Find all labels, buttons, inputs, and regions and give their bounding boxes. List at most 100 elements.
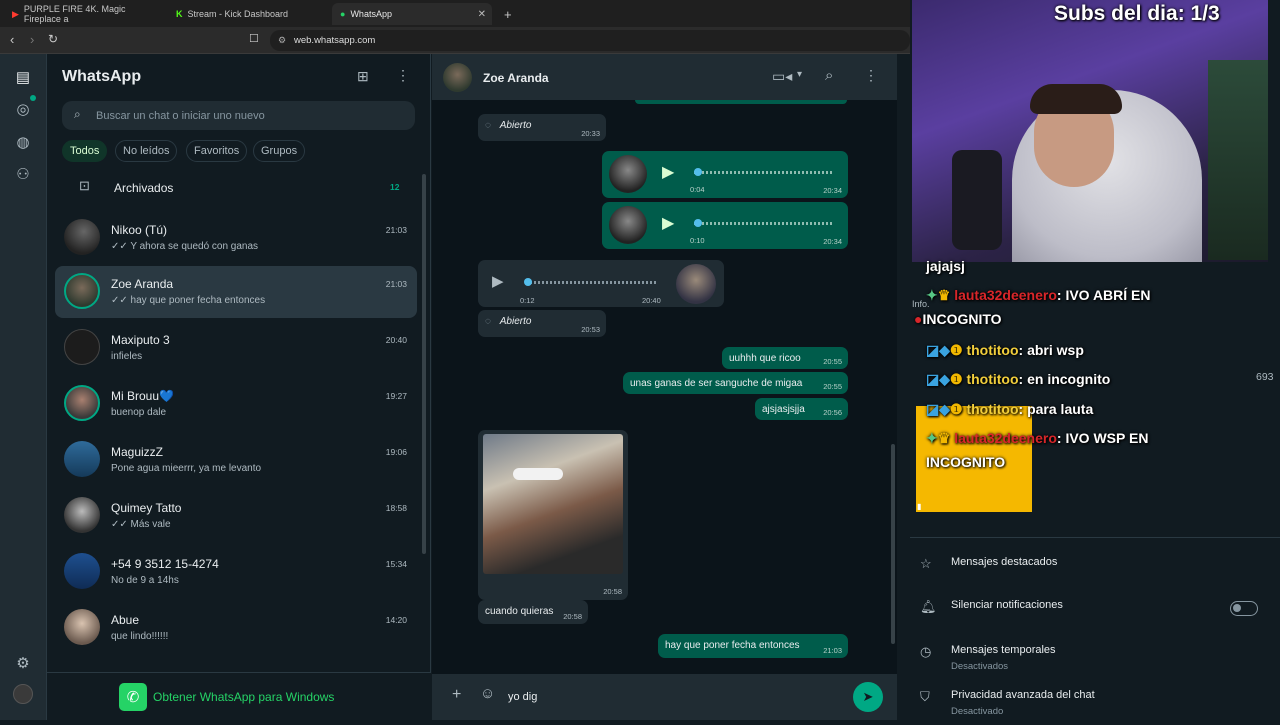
browser-tab-bar: ▶ PURPLE FIRE 4K. Magic Fireplace a K St… [0,0,912,27]
sub-badge-icon: ❶ [950,401,967,417]
view-once-icon: ◌ [485,120,491,131]
avatar [64,329,100,365]
contact-name[interactable]: Zoe Aranda [483,71,549,85]
filter-grupos[interactable]: Grupos [253,140,306,162]
stream-chat-line: ✦♛ lauta32deenero: IVO ABRÍ EN [926,287,1151,303]
audio-scrubber[interactable] [524,278,532,286]
reload-icon[interactable]: ↻ [48,32,58,46]
chat-item-nikoo[interactable]: Nikoo (Tú) ✓✓ Y ahora se quedó con ganas… [55,212,417,264]
close-tab-icon[interactable]: ✕ [478,9,486,20]
chat-item-zoe-aranda[interactable]: Zoe Aranda ✓✓ hay que poner fecha entonc… [55,266,417,318]
avatar [64,385,100,421]
disappearing-messages-row[interactable]: ◷ Mensajes temporales Desactivados [912,636,1280,680]
stream-chat-line: INCOGNITO [926,454,1006,470]
audio-message-1[interactable]: ▶ 0:04 20:34 [602,151,848,198]
conversation-scrollbar[interactable] [891,444,895,644]
plant-shape [1208,60,1268,260]
play-icon[interactable]: ▶ [662,162,674,182]
stream-chat-line: ●INCOGNITO [914,311,1002,327]
menu-icon[interactable]: ⋮ [864,67,878,84]
filter-todos[interactable]: Todos [62,140,108,162]
bookmark-icon[interactable]: ☐ [249,32,259,45]
audio-message-3[interactable]: ▶ 0:12 20:40 [478,260,724,307]
play-icon[interactable]: ▶ [492,272,504,290]
attach-plus-icon[interactable]: + [452,686,461,704]
status-icon[interactable]: ◎ [12,98,34,120]
status-dot [30,95,36,101]
forward-icon[interactable]: › [30,32,34,47]
new-chat-icon[interactable]: ⊞ [357,68,369,85]
audio-message-2[interactable]: ▶ 0:10 20:34 [602,202,848,249]
conversation-header: Zoe Aranda ▭◂ ▾ ⌕ ⋮ [432,54,897,100]
avatar [64,273,100,309]
archive-icon: ⊡ [79,178,90,193]
mute-notifications-row[interactable]: 🔔︎ Silenciar notificaciones [912,591,1280,635]
url-field[interactable]: ⚙ web.whatsapp.com [270,30,910,51]
stream-chat-line: ✦♛ lauta32deenero: IVO WSP EN [926,430,1149,446]
get-whatsapp-windows-button[interactable]: ✆ Obtener WhatsApp para Windows [47,672,431,720]
audio-waveform[interactable] [694,171,834,174]
play-icon[interactable]: ▶ [662,213,674,233]
chevron-down-icon[interactable]: ▾ [797,69,802,80]
search-input[interactable]: ⌕ Buscar un chat o iniciar uno nuevo [62,101,415,130]
filter-no-leidos[interactable]: No leídos [115,140,178,162]
send-icon: ➤ [862,689,874,704]
communities-icon[interactable]: ⚇ [12,163,34,185]
view-once-opened-2: ◌ Abierto 20:53 [478,310,606,337]
advanced-privacy-row[interactable]: ⛉ Privacidad avanzada del chat Desactiva… [912,681,1280,725]
message-bubble: hay que poner fecha entonces 21:03 [658,634,848,658]
mute-toggle[interactable] [1230,601,1258,616]
chat-item-maguizzz[interactable]: MaguizzZ Pone agua mieerrr, ya me levant… [55,434,417,486]
message-bubble: ajsjasjsjja 20:56 [755,398,848,420]
send-button[interactable]: ➤ [853,682,883,712]
tab-purple-fire[interactable]: ▶ PURPLE FIRE 4K. Magic Fireplace a [4,3,164,25]
audio-waveform[interactable] [526,281,656,284]
toggle-knob [1233,604,1241,612]
chat-item-phone-number[interactable]: +54 9 3512 15-4274 No de 9 a 14hs 15:34 [55,546,417,598]
badge-icon: ◪◆ [926,342,950,358]
profile-avatar[interactable] [13,684,33,704]
whatsapp-icon: ● [340,9,346,19]
stream-chat-line: jajajsj [926,258,965,274]
channels-icon[interactable]: ◍ [12,131,34,153]
menu-icon[interactable]: ⋮ [396,67,410,84]
microphone-shape [952,150,1002,250]
contact-avatar[interactable] [443,63,472,92]
badge-icon: ◪◆ [926,401,950,417]
sender-avatar [609,155,647,193]
chat-list-panel: WhatsApp ⊞ ⋮ ⌕ Buscar un chat o iniciar … [47,54,431,720]
search-icon[interactable]: ⌕ [825,67,833,84]
audio-scrubber[interactable] [694,219,702,227]
chat-item-abue[interactable]: Abue que lindo!!!!!! 14:20 [55,602,417,654]
view-once-opened-1: ◌ Abierto 20:33 [478,114,606,141]
video-call-icon[interactable]: ▭◂ [772,68,792,85]
audio-waveform[interactable] [694,222,834,225]
settings-icon[interactable]: ⚙ [12,652,34,674]
search-icon: ⌕ [74,107,81,121]
tab-whatsapp[interactable]: ● WhatsApp ✕ [332,3,492,25]
media-count: 693 [1256,371,1274,383]
back-icon[interactable]: ‹ [10,32,14,47]
audio-scrubber[interactable] [694,168,702,176]
sub-badge-icon: ❶ [950,371,967,387]
filter-favoritos[interactable]: Favoritos [186,140,248,162]
archived-row[interactable]: ⊡ Archivados 12 [47,172,431,204]
shared-photo[interactable] [483,434,623,574]
chat-item-maxiputo[interactable]: Maxiputo 3 infieles 20:40 [55,322,417,374]
view-once-icon: ◌ [485,316,491,327]
divider [910,537,1280,538]
message-input[interactable]: yo dig [504,682,834,712]
starred-messages-row[interactable]: ☆ Mensajes destacados [912,548,1280,592]
chat-list-scrollbar[interactable] [422,174,426,554]
chat-item-mi-brouu[interactable]: Mi Brouu💙 buenop dale 19:27 [55,378,417,430]
media-thumbnail-icon: ▮ [917,502,922,511]
new-tab-button[interactable]: + [496,3,520,25]
nav-rail: ▤ ◎ ◍ ⚇ ⚙ [0,54,47,720]
chats-icon[interactable]: ▤ [12,66,34,88]
sticker-icon[interactable]: ☺ [480,685,495,702]
chat-item-quimey-tatto[interactable]: Quimey Tatto ✓✓ Más vale 18:58 [55,490,417,542]
site-info-icon[interactable]: ⚙ [278,35,286,46]
tab-kick-dashboard[interactable]: K Stream - Kick Dashboard [168,3,328,25]
image-message[interactable]: 20:58 [478,430,628,600]
shield-icon: ⛉ [920,689,930,704]
